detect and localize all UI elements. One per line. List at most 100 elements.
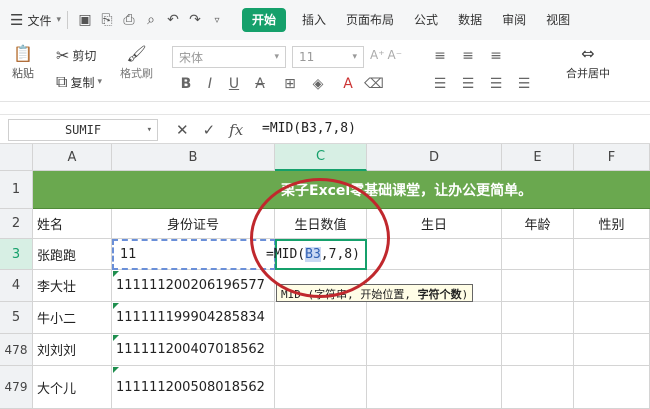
cell-a2[interactable]: 姓名 bbox=[33, 209, 112, 239]
cell-b478[interactable]: 111111200407018562 bbox=[112, 334, 275, 366]
cell-e4[interactable] bbox=[502, 270, 574, 302]
cell-c478[interactable] bbox=[275, 334, 367, 366]
cut-label: 剪切 bbox=[72, 49, 97, 63]
cell-c5[interactable] bbox=[275, 302, 367, 334]
align-right-icon[interactable]: ☰ bbox=[486, 74, 506, 94]
row-header-478[interactable]: 478 bbox=[0, 334, 33, 366]
cell-a3[interactable]: 张跑跑 bbox=[33, 239, 112, 270]
align-center-icon[interactable]: ☰ bbox=[458, 74, 478, 94]
file-menu[interactable]: 文件 ▾ bbox=[27, 12, 61, 29]
tab-home[interactable]: 开始 bbox=[242, 8, 287, 32]
decrease-font-icon[interactable]: A⁻ bbox=[388, 48, 403, 62]
tab-page-layout[interactable]: 页面布局 bbox=[336, 8, 404, 32]
cell-e479[interactable] bbox=[502, 366, 574, 409]
increase-font-icon[interactable]: A⁺ bbox=[370, 48, 385, 62]
font-size-buttons: A⁺ A⁻ bbox=[370, 48, 402, 62]
row-header-4[interactable]: 4 bbox=[0, 270, 33, 302]
cell-f3[interactable] bbox=[574, 239, 650, 270]
cell-a478[interactable]: 刘刘刘 bbox=[33, 334, 112, 366]
export-pdf-icon[interactable]: ⎘ bbox=[96, 9, 118, 31]
error-indicator-icon[interactable] bbox=[113, 271, 119, 277]
confirm-icon[interactable]: ✓ bbox=[203, 121, 216, 139]
cell-d479[interactable] bbox=[367, 366, 502, 409]
merge-center-button[interactable]: ⇔ 合并居中 bbox=[566, 44, 610, 81]
annotation-circle bbox=[250, 178, 390, 298]
align-bottom-icon[interactable]: ≡ bbox=[486, 46, 506, 66]
hamburger-menu-icon[interactable]: ☰ bbox=[10, 11, 23, 29]
tab-formulas[interactable]: 公式 bbox=[404, 8, 448, 32]
borders-icon[interactable]: ⊞ bbox=[280, 74, 300, 94]
cell-a479[interactable]: 大个儿 bbox=[33, 366, 112, 409]
cell-e2[interactable]: 年龄 bbox=[502, 209, 574, 239]
print-preview-icon[interactable]: ⌕ bbox=[140, 9, 162, 31]
cell-a5[interactable]: 牛小二 bbox=[33, 302, 112, 334]
column-header-c[interactable]: C bbox=[275, 144, 367, 171]
error-indicator-icon[interactable] bbox=[113, 303, 119, 309]
cell-b479[interactable]: 111111200508018562 bbox=[112, 366, 275, 409]
cell-b5[interactable]: 111111199904285834 bbox=[112, 302, 275, 334]
formula-input[interactable]: =MID(B3,7,8) bbox=[262, 121, 356, 136]
name-box[interactable]: SUMIF ▾ bbox=[8, 119, 158, 141]
name-box-value: SUMIF bbox=[64, 123, 102, 137]
align-middle-icon[interactable]: ≡ bbox=[458, 46, 478, 66]
row-header-3[interactable]: 3 bbox=[0, 239, 33, 270]
cell-f4[interactable] bbox=[574, 270, 650, 302]
row-header-2[interactable]: 2 bbox=[0, 209, 33, 239]
font-size-select[interactable]: 11 ▾ bbox=[292, 46, 364, 68]
format-painter-label: 格式刷 bbox=[120, 67, 153, 80]
cell-f478[interactable] bbox=[574, 334, 650, 366]
column-header-a[interactable]: A bbox=[33, 144, 112, 171]
cell-d478[interactable] bbox=[367, 334, 502, 366]
insert-function-icon[interactable]: fx bbox=[229, 121, 243, 139]
cell-a4[interactable]: 李大壮 bbox=[33, 270, 112, 302]
row-header-5[interactable]: 5 bbox=[0, 302, 33, 334]
row-header-479[interactable]: 479 bbox=[0, 366, 33, 409]
cell-f479[interactable] bbox=[574, 366, 650, 409]
cell-e3[interactable] bbox=[502, 239, 574, 270]
cell-b4[interactable]: 111111200206196577 bbox=[112, 270, 275, 302]
format-painter-button[interactable]: 🖌 格式刷 bbox=[120, 44, 153, 81]
clear-format-icon[interactable]: ⌫ bbox=[364, 74, 384, 94]
cell-e5[interactable] bbox=[502, 302, 574, 334]
underline-icon[interactable]: U bbox=[224, 74, 244, 94]
align-left-icon[interactable]: ☰ bbox=[430, 74, 450, 94]
font-name-value: 宋体 bbox=[179, 50, 204, 65]
cell-c479[interactable] bbox=[275, 366, 367, 409]
align-top-icon[interactable]: ≡ bbox=[430, 46, 450, 66]
column-header-d[interactable]: D bbox=[367, 144, 502, 171]
print-icon[interactable]: ⎙ bbox=[118, 9, 140, 31]
undo-icon[interactable]: ↶ bbox=[162, 9, 184, 31]
cell-f2[interactable]: 性别 bbox=[574, 209, 650, 239]
error-indicator-icon[interactable] bbox=[113, 335, 119, 341]
tab-review[interactable]: 审阅 bbox=[492, 8, 536, 32]
select-all-corner[interactable] bbox=[0, 144, 33, 171]
justify-icon[interactable]: ☰ bbox=[514, 74, 534, 94]
tab-insert[interactable]: 插入 bbox=[292, 8, 336, 32]
fill-color-icon[interactable]: ◈ bbox=[308, 74, 328, 94]
cell-f5[interactable] bbox=[574, 302, 650, 334]
column-header-e[interactable]: E bbox=[502, 144, 574, 171]
redo-icon[interactable]: ↷ bbox=[184, 9, 206, 31]
save-icon[interactable]: ▣ bbox=[74, 9, 96, 31]
cell-e478[interactable] bbox=[502, 334, 574, 366]
copy-button[interactable]: ⧉ 复制 ▾ bbox=[56, 72, 102, 92]
italic-icon[interactable]: I bbox=[200, 74, 220, 94]
column-header-b[interactable]: B bbox=[112, 144, 275, 171]
cell-d5[interactable] bbox=[367, 302, 502, 334]
tab-view[interactable]: 视图 bbox=[536, 8, 580, 32]
customize-toolbar-icon[interactable]: ▿ bbox=[206, 9, 228, 31]
error-indicator-icon[interactable] bbox=[113, 367, 119, 373]
paste-button[interactable]: 📋 粘贴 bbox=[12, 44, 34, 81]
chevron-down-icon: ▾ bbox=[274, 52, 279, 62]
cut-button[interactable]: ✂ 剪切 bbox=[56, 46, 96, 65]
strikethrough-icon[interactable]: A bbox=[250, 74, 270, 94]
tab-data[interactable]: 数据 bbox=[448, 8, 492, 32]
font-color-icon[interactable]: A bbox=[338, 74, 358, 94]
copy-icon: ⧉ bbox=[56, 72, 68, 91]
column-header-f[interactable]: F bbox=[574, 144, 650, 171]
font-name-select[interactable]: 宋体 ▾ bbox=[172, 46, 286, 68]
bold-icon[interactable]: B bbox=[176, 74, 196, 94]
row-header-1[interactable]: 1 bbox=[0, 171, 33, 209]
paste-label: 粘贴 bbox=[12, 67, 34, 80]
cancel-icon[interactable]: ✕ bbox=[176, 121, 189, 139]
